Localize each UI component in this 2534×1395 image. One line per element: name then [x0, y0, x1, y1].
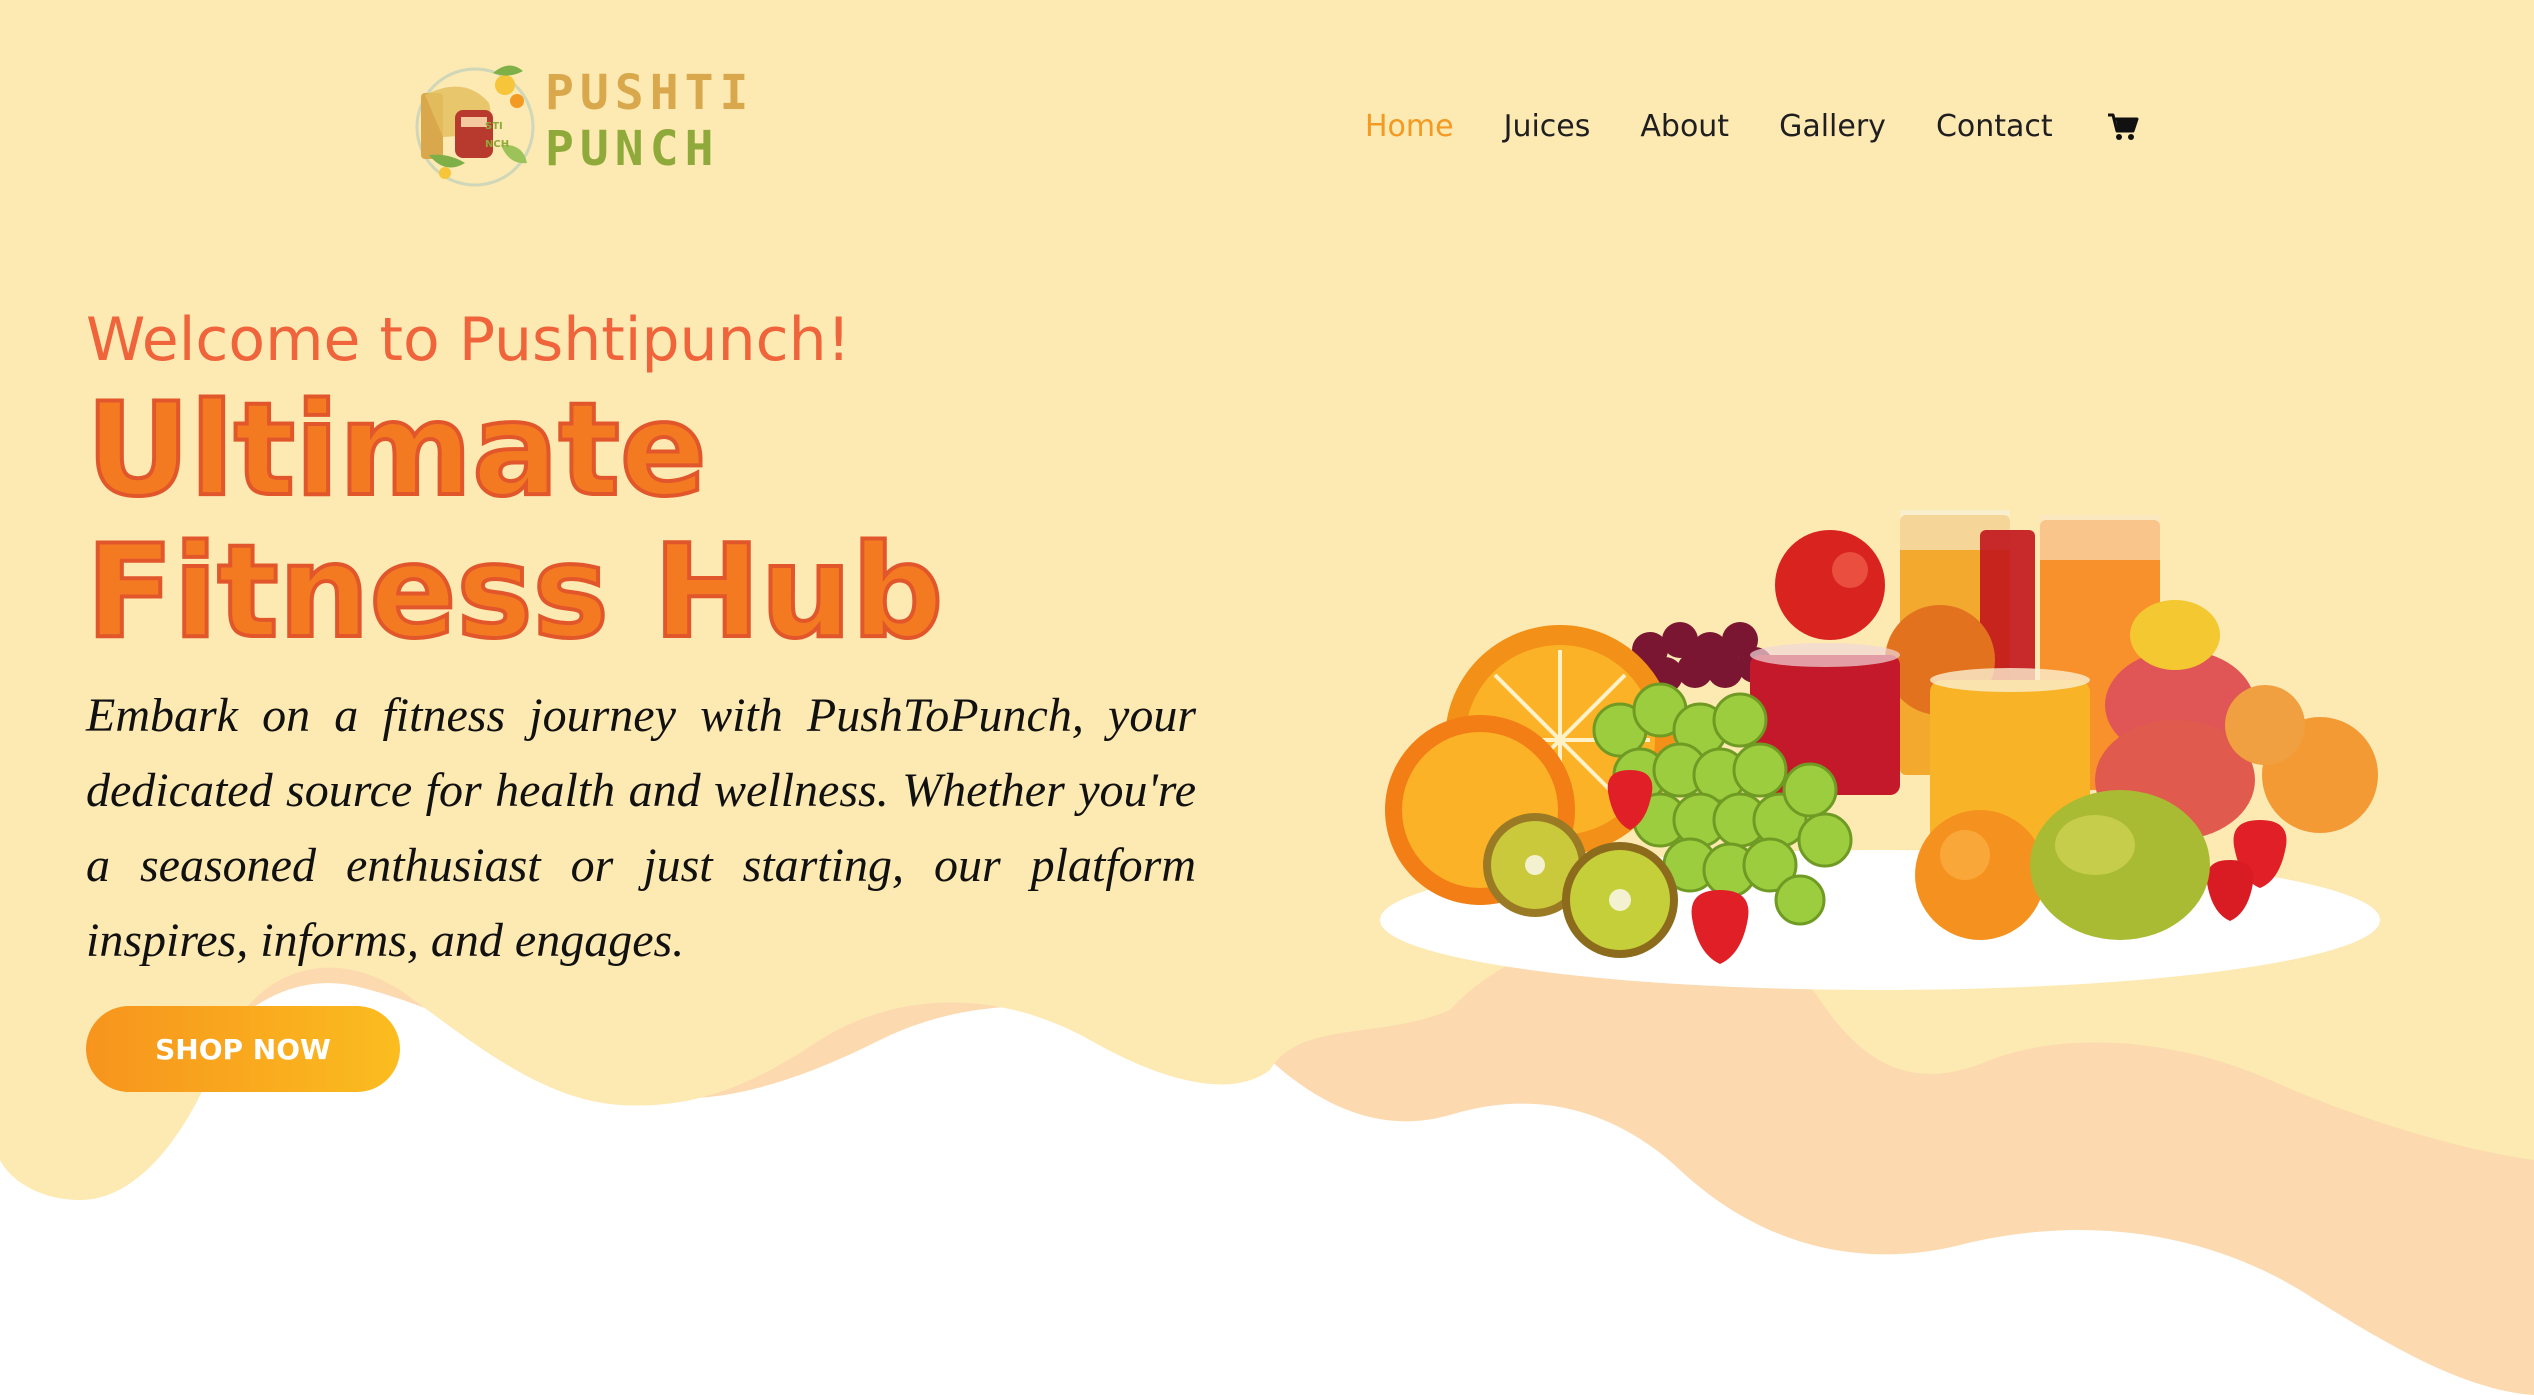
nav-link-home[interactable]: Home	[1365, 105, 1454, 149]
brand-logo[interactable]: STI NCH PUSHTI PUNCH	[405, 55, 748, 195]
logo-wordmark: PUSHTI PUNCH	[545, 65, 754, 177]
hero-headline: Ultimate Fitness Hub	[84, 376, 945, 667]
svg-text:NCH: NCH	[485, 139, 509, 150]
nav-link-about[interactable]: About	[1640, 105, 1729, 149]
logo-badge-icon: STI NCH	[415, 65, 535, 187]
fruit-juice-image	[1380, 510, 2380, 990]
hero-welcome: Welcome to Pushtipunch!	[86, 305, 851, 375]
nav-link-contact[interactable]: Contact	[1936, 105, 2053, 149]
shopping-cart-icon[interactable]	[2103, 105, 2143, 149]
nav-link-juices[interactable]: Juices	[1504, 105, 1591, 149]
logo-line-1: PUSHTI	[545, 65, 755, 121]
shop-now-button[interactable]: SHOP NOW	[86, 1006, 400, 1092]
nav-link-gallery[interactable]: Gallery	[1779, 105, 1886, 149]
hero-description: Embark on a fitness journey with PushToP…	[86, 689, 1196, 967]
hero-section: Welcome to Pushtipunch! Ultimate Fitness…	[84, 300, 1226, 978]
main-nav: Home Juices About Gallery Contact	[1365, 105, 2143, 149]
logo-line-2: PUNCH	[545, 121, 720, 177]
svg-text:STI: STI	[485, 121, 503, 132]
